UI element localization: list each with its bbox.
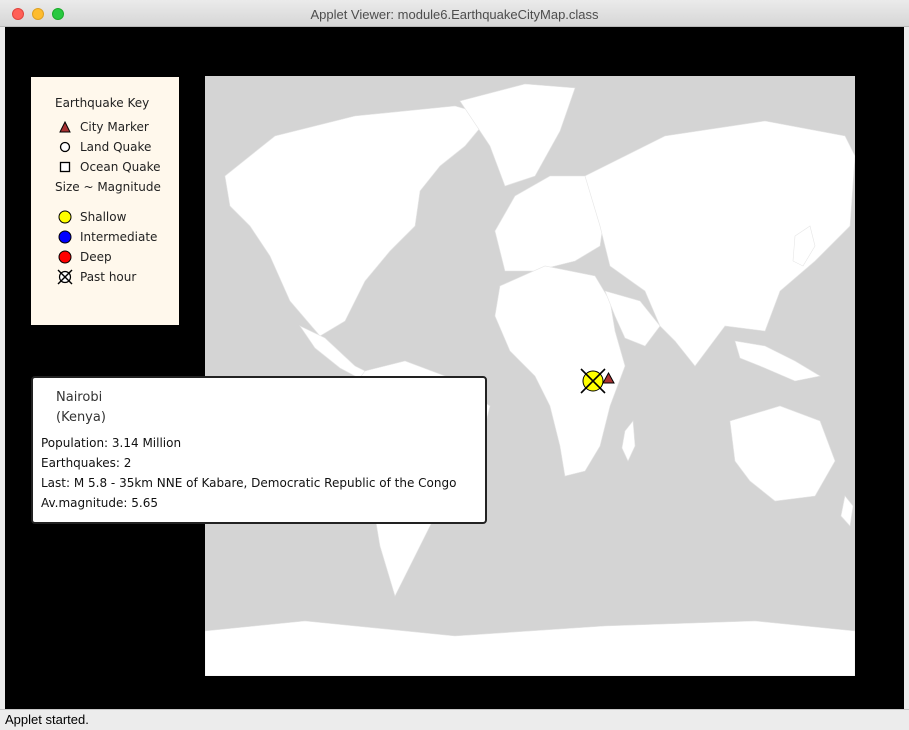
key-item-label: Deep: [80, 250, 112, 264]
circle-outline-icon: [59, 141, 71, 153]
status-bar: Applet started.: [0, 709, 909, 730]
key-item-label: Shallow: [80, 210, 127, 224]
blue-circle-icon: [58, 230, 72, 244]
key-item-label: Land Quake: [80, 140, 152, 154]
key-title: Earthquake Key: [55, 96, 150, 110]
status-text: Applet started.: [5, 712, 89, 727]
yellow-circle-icon: [58, 210, 72, 224]
popup-last-quake: Last: M 5.8 - 35km NNE of Kabare, Democr…: [41, 476, 457, 490]
city-marker-nairobi[interactable]: [602, 372, 615, 384]
square-outline-icon: [59, 161, 71, 173]
key-item-label: City Marker: [80, 120, 149, 134]
city-info-popup: Nairobi (Kenya) Population: 3.14 Million…: [31, 376, 487, 524]
red-circle-icon: [58, 250, 72, 264]
key-item-label: Size ~ Magnitude: [55, 180, 161, 194]
key-item-label: Intermediate: [80, 230, 158, 244]
popup-population: Population: 3.14 Million: [41, 436, 182, 450]
popup-city-name: Nairobi: [56, 390, 103, 405]
earthquake-key-legend: Earthquake Key City Marker Land Quake Oc…: [31, 77, 179, 325]
popup-avg-magnitude: Av.magnitude: 5.65: [41, 496, 158, 510]
popup-country: (Kenya): [56, 410, 106, 425]
applet-viewer-window: Applet Viewer: module6.EarthquakeCityMap…: [0, 0, 909, 730]
city-triangle-icon: [59, 121, 71, 133]
key-item-label: Past hour: [80, 270, 137, 284]
popup-earthquake-count: Earthquakes: 2: [41, 456, 132, 470]
key-item-label: Ocean Quake: [80, 160, 161, 174]
applet-canvas[interactable]: Earthquake Key City Marker Land Quake Oc…: [5, 27, 904, 709]
title-bar[interactable]: Applet Viewer: module6.EarthquakeCityMap…: [0, 0, 909, 27]
window-title: Applet Viewer: module6.EarthquakeCityMap…: [310, 7, 599, 22]
crossed-circle-icon: [57, 269, 73, 285]
